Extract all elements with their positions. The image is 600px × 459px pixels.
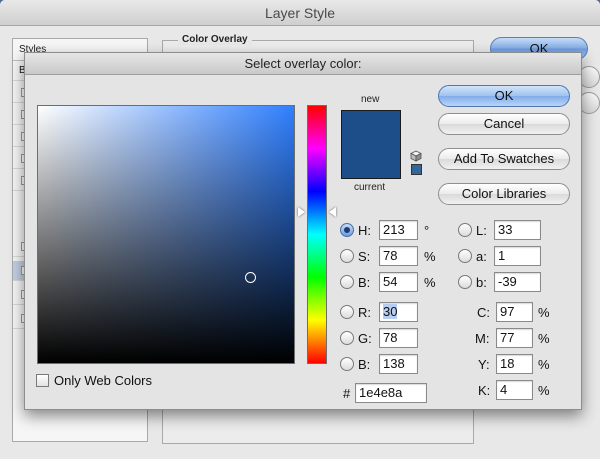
hex-label: # — [343, 386, 351, 401]
yellow-unit: % — [538, 357, 550, 372]
lab-b-label: b: — [476, 275, 487, 290]
color-overlay-group-label: Color Overlay — [178, 34, 252, 45]
lab-l-row: L: 33 — [458, 220, 548, 240]
lab-b-row: b: -39 — [458, 272, 548, 292]
new-color-label: new — [361, 94, 380, 105]
hue-slider-left-arrow-icon[interactable] — [298, 207, 305, 217]
red-input-selection: 30 — [383, 304, 398, 319]
saturation-unit: % — [424, 249, 436, 264]
lab-l-radio[interactable] — [458, 223, 472, 237]
lab-b-input[interactable]: -39 — [494, 272, 541, 292]
black-unit: % — [538, 383, 550, 398]
cyan-input[interactable]: 97 — [496, 302, 533, 322]
lab-l-label: L: — [476, 223, 487, 238]
brightness-row: B: 54 % — [340, 272, 440, 292]
blue-label: B: — [358, 357, 371, 372]
ok-button[interactable]: OK — [438, 85, 570, 107]
saturation-row: S: 78 % — [340, 246, 440, 266]
red-label: R: — [358, 305, 371, 320]
magenta-row: M: 77 % — [475, 328, 557, 348]
saturation-radio[interactable] — [340, 249, 354, 263]
blue-radio[interactable] — [340, 357, 354, 371]
yellow-row: Y: 18 % — [478, 354, 557, 374]
magenta-unit: % — [538, 331, 550, 346]
lab-b-radio[interactable] — [458, 275, 472, 289]
green-row: G: 78 — [340, 328, 430, 348]
web-safe-color-swatch[interactable] — [411, 164, 422, 175]
blue-row: B: 138 — [340, 354, 430, 374]
add-to-swatches-button[interactable]: Add To Swatches — [438, 148, 570, 170]
hue-slider-right-arrow-icon[interactable] — [329, 207, 336, 217]
cyan-row: C: 97 % — [477, 302, 557, 322]
current-color-label: current — [354, 182, 386, 193]
color-field-cursor[interactable] — [245, 272, 256, 283]
dialog-title: Select overlay color: — [25, 53, 581, 75]
only-web-colors-label: Only Web Colors — [54, 373, 153, 388]
lab-a-input[interactable]: 1 — [494, 246, 541, 266]
lab-a-row: a: 1 — [458, 246, 548, 266]
yellow-label: Y: — [478, 357, 490, 372]
lab-a-label: a: — [476, 249, 487, 264]
only-web-colors-checkbox[interactable] — [36, 374, 49, 387]
cyan-label: C: — [477, 305, 490, 320]
brightness-unit: % — [424, 275, 436, 290]
new-color-swatch — [341, 110, 401, 145]
magenta-input[interactable]: 77 — [496, 328, 533, 348]
black-row: K: 4 % — [478, 380, 557, 400]
hue-row: H: 213 ° — [340, 220, 430, 240]
color-libraries-button[interactable]: Color Libraries — [438, 183, 570, 205]
green-radio[interactable] — [340, 331, 354, 345]
color-field[interactable] — [37, 105, 295, 364]
color-picker-dialog: Select overlay color: new current OK Can… — [24, 52, 582, 410]
hue-unit: ° — [424, 223, 430, 238]
black-input[interactable]: 4 — [496, 380, 533, 400]
layer-style-title: Layer Style — [0, 0, 600, 26]
yellow-input[interactable]: 18 — [496, 354, 533, 374]
hue-input[interactable]: 213 — [379, 220, 418, 240]
saturation-label: S: — [358, 249, 371, 264]
green-label: G: — [358, 331, 372, 346]
brightness-label: B: — [358, 275, 371, 290]
blue-input[interactable]: 138 — [379, 354, 418, 374]
hex-row: # 1e4e8a — [343, 383, 433, 403]
web-safe-warning-cube-icon[interactable] — [410, 150, 422, 162]
hue-label: H: — [358, 223, 371, 238]
hex-input[interactable]: 1e4e8a — [355, 383, 427, 403]
brightness-input[interactable]: 54 — [379, 272, 418, 292]
red-row: R: 30 — [340, 302, 430, 322]
cyan-unit: % — [538, 305, 550, 320]
lab-a-radio[interactable] — [458, 249, 472, 263]
red-input[interactable]: 30 — [379, 302, 418, 322]
hue-slider[interactable] — [307, 105, 327, 364]
current-color-swatch[interactable] — [341, 145, 401, 179]
brightness-radio[interactable] — [340, 275, 354, 289]
magenta-label: M: — [475, 331, 490, 346]
saturation-input[interactable]: 78 — [379, 246, 418, 266]
black-label: K: — [478, 383, 491, 398]
lab-l-input[interactable]: 33 — [494, 220, 541, 240]
red-radio[interactable] — [340, 305, 354, 319]
hue-radio[interactable] — [340, 223, 354, 237]
green-input[interactable]: 78 — [379, 328, 418, 348]
cancel-button[interactable]: Cancel — [438, 113, 570, 135]
